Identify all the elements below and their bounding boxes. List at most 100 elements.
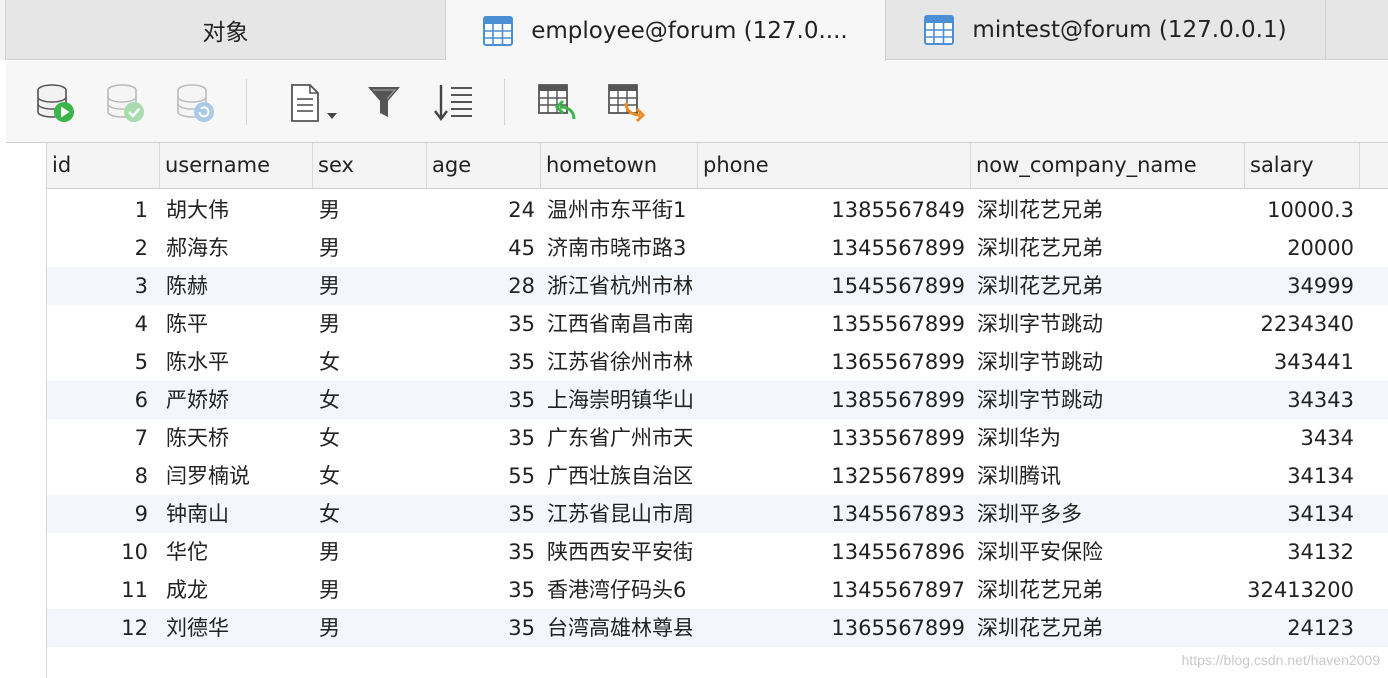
column-header-id[interactable]: id [47, 143, 160, 188]
cell-salary[interactable]: 24123 [1245, 609, 1360, 647]
cell-salary[interactable]: 20000 [1245, 229, 1360, 267]
table-row[interactable]: 4 陈平男 35 江西省南昌市南 1355567899 深圳字节跳动 2234340 [47, 305, 1388, 343]
cell-hometown[interactable]: 浙江省杭州市林 [541, 267, 692, 305]
column-header-sex[interactable]: sex [313, 143, 427, 188]
cell-sex[interactable]: 男 [313, 571, 427, 609]
cell-now-company-name[interactable]: 深圳字节跳动 [971, 305, 1245, 343]
cell-username[interactable]: 陈水平 [160, 343, 313, 381]
cell-username[interactable]: 成龙 [160, 571, 313, 609]
cell-hometown[interactable]: 广西壮族自治区 [541, 457, 692, 495]
cell-username[interactable]: 胡大伟 [160, 191, 313, 229]
cell-id[interactable]: 1 [47, 191, 154, 229]
cell-username[interactable]: 刘德华 [160, 609, 313, 647]
cell-age[interactable]: 35 [427, 305, 541, 343]
cell-phone[interactable]: 1345567899 [692, 229, 971, 267]
filter-icon[interactable] [364, 81, 408, 125]
cell-id[interactable]: 9 [47, 495, 154, 533]
cell-age[interactable]: 24 [427, 191, 541, 229]
cell-sex[interactable]: 女 [313, 457, 427, 495]
table-row[interactable]: 12 刘德华男 35 台湾高雄林尊县 1365567899 深圳花艺兄弟 24123 [47, 609, 1388, 647]
cell-username[interactable]: 陈天桥 [160, 419, 313, 457]
table-row[interactable]: 1 胡大伟男 24 温州市东平街1 1385567849 深圳花艺兄弟 10000.3 [47, 191, 1388, 229]
table-row[interactable]: 5 陈水平女 35 江苏省徐州市林 1365567899 深圳字节跳动 343441 [47, 343, 1388, 381]
cell-phone[interactable]: 1355567899 [692, 305, 971, 343]
cell-hometown[interactable]: 江西省南昌市南 [541, 305, 692, 343]
cell-now-company-name[interactable]: 深圳花艺兄弟 [971, 571, 1245, 609]
cell-age[interactable]: 45 [427, 229, 541, 267]
cell-age[interactable]: 35 [427, 343, 541, 381]
cell-sex[interactable]: 男 [313, 305, 427, 343]
table-row[interactable]: 11 成龙男 35 香港湾仔码头6 1345567897 深圳花艺兄弟 32413200 [47, 571, 1388, 609]
column-header-username[interactable]: username [160, 143, 313, 188]
cell-hometown[interactable]: 济南市晓市路3 [541, 229, 692, 267]
cell-sex[interactable]: 女 [313, 381, 427, 419]
table-row[interactable]: 8 闫罗楠说女 55 广西壮族自治区 1325567899 深圳腾讯 34134 [47, 457, 1388, 495]
db-refresh-icon[interactable] [174, 81, 218, 125]
cell-phone[interactable]: 1365567899 [692, 609, 971, 647]
cell-age[interactable]: 35 [427, 419, 541, 457]
cell-phone[interactable]: 1325567899 [692, 457, 971, 495]
table-row[interactable]: 9 钟南山女 35 江苏省昆山市周 1345567893 深圳平多多 34134 [47, 495, 1388, 533]
cell-id[interactable]: 3 [47, 267, 154, 305]
table-row[interactable]: 2 郝海东男 45 济南市晓市路3 1345567899 深圳花艺兄弟 20000 [47, 229, 1388, 267]
cell-salary[interactable]: 34134 [1245, 495, 1360, 533]
cell-now-company-name[interactable]: 深圳腾讯 [971, 457, 1245, 495]
cell-now-company-name[interactable]: 深圳平多多 [971, 495, 1245, 533]
cell-phone[interactable]: 1345567893 [692, 495, 971, 533]
cell-hometown[interactable]: 香港湾仔码头6 [541, 571, 692, 609]
cell-username[interactable]: 华佗 [160, 533, 313, 571]
cell-age[interactable]: 35 [427, 609, 541, 647]
cell-sex[interactable]: 女 [313, 495, 427, 533]
column-header-phone[interactable]: phone [698, 143, 971, 188]
table-export-icon[interactable] [606, 81, 650, 125]
cell-id[interactable]: 10 [47, 533, 154, 571]
cell-phone[interactable]: 1385567899 [692, 381, 971, 419]
table-row[interactable]: 3 陈赫男 28 浙江省杭州市林 1545567899 深圳花艺兄弟 34999 [47, 267, 1388, 305]
table-import-icon[interactable] [536, 81, 580, 125]
cell-phone[interactable]: 1365567899 [692, 343, 971, 381]
cell-phone[interactable]: 1345567897 [692, 571, 971, 609]
cell-hometown[interactable]: 江苏省昆山市周 [541, 495, 692, 533]
cell-phone[interactable]: 1345567896 [692, 533, 971, 571]
cell-phone[interactable]: 1545567899 [692, 267, 971, 305]
tab-employee[interactable]: employee@forum (127.0.... [446, 0, 886, 61]
cell-now-company-name[interactable]: 深圳花艺兄弟 [971, 191, 1245, 229]
table-row[interactable]: 6 严娇娇女 35 上海崇明镇华山 1385567899 深圳字节跳动 34343 [47, 381, 1388, 419]
cell-hometown[interactable]: 广东省广州市天 [541, 419, 692, 457]
cell-username[interactable]: 郝海东 [160, 229, 313, 267]
column-header-now-company-name[interactable]: now_company_name [971, 143, 1245, 188]
cell-now-company-name[interactable]: 深圳花艺兄弟 [971, 229, 1245, 267]
cell-hometown[interactable]: 江苏省徐州市林 [541, 343, 692, 381]
cell-salary[interactable]: 10000.3 [1245, 191, 1360, 229]
cell-id[interactable]: 2 [47, 229, 154, 267]
cell-phone[interactable]: 1385567849 [692, 191, 971, 229]
cell-sex[interactable]: 男 [313, 609, 427, 647]
cell-hometown[interactable]: 台湾高雄林尊县 [541, 609, 692, 647]
cell-age[interactable]: 28 [427, 267, 541, 305]
table-row[interactable]: 7 陈天桥女 35 广东省广州市天 1335567899 深圳华为 3434 [47, 419, 1388, 457]
cell-id[interactable]: 11 [47, 571, 154, 609]
cell-age[interactable]: 35 [427, 571, 541, 609]
cell-id[interactable]: 5 [47, 343, 154, 381]
cell-hometown[interactable]: 温州市东平街1 [541, 191, 692, 229]
data-grid[interactable]: id username sex age hometown phone now_c… [6, 143, 1388, 678]
cell-sex[interactable]: 女 [313, 419, 427, 457]
cell-username[interactable]: 闫罗楠说 [160, 457, 313, 495]
cell-sex[interactable]: 男 [313, 191, 427, 229]
cell-salary[interactable]: 34343 [1245, 381, 1360, 419]
cell-salary[interactable]: 34999 [1245, 267, 1360, 305]
cell-phone[interactable]: 1335567899 [692, 419, 971, 457]
cell-salary[interactable]: 34132 [1245, 533, 1360, 571]
cell-now-company-name[interactable]: 深圳字节跳动 [971, 343, 1245, 381]
cell-username[interactable]: 钟南山 [160, 495, 313, 533]
cell-now-company-name[interactable]: 深圳平安保险 [971, 533, 1245, 571]
cell-salary[interactable]: 34134 [1245, 457, 1360, 495]
document-dropdown-icon[interactable] [288, 81, 344, 125]
cell-id[interactable]: 6 [47, 381, 154, 419]
cell-id[interactable]: 4 [47, 305, 154, 343]
cell-hometown[interactable]: 上海崇明镇华山 [541, 381, 692, 419]
cell-age[interactable]: 35 [427, 495, 541, 533]
column-header-age[interactable]: age [427, 143, 541, 188]
cell-age[interactable]: 35 [427, 381, 541, 419]
cell-age[interactable]: 55 [427, 457, 541, 495]
